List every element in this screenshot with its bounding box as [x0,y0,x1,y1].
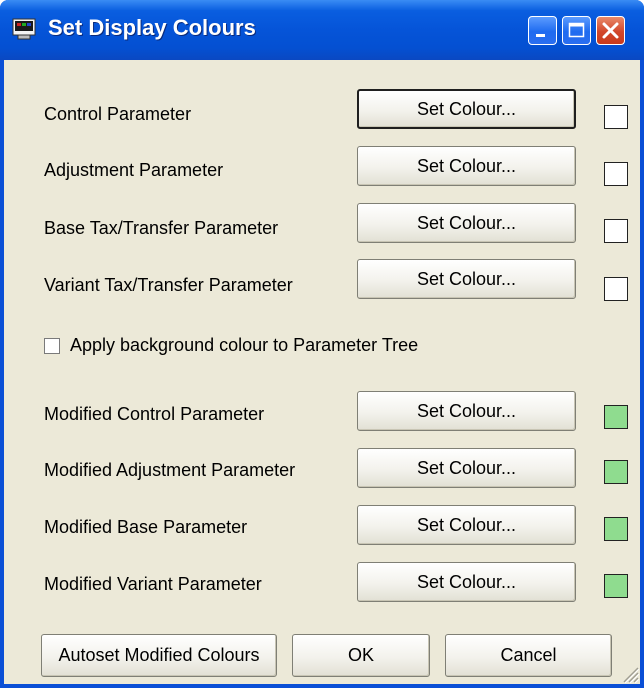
app-icon [12,18,36,40]
adjustment-parameter-label: Adjustment Parameter [44,160,224,180]
colour-swatch-modified-variant [604,574,628,598]
set-colour-button-base-tax[interactable]: Set Colour... [357,203,576,243]
ok-button[interactable]: OK [292,634,430,677]
dialog-window: Set Display Colours Control Parameter Se… [0,0,644,688]
colour-swatch-variant-tax [604,277,628,301]
colour-swatch-control [604,105,628,129]
set-colour-button-adjustment[interactable]: Set Colour... [357,146,576,186]
set-colour-button-modified-variant[interactable]: Set Colour... [357,562,576,602]
modified-adjustment-parameter-label: Modified Adjustment Parameter [44,460,296,480]
colour-swatch-adjustment [604,162,628,186]
colour-swatch-modified-base [604,517,628,541]
window-title: Set Display Colours [48,15,256,40]
colour-swatch-base-tax [604,219,628,243]
colour-swatch-modified-adjustment [604,460,628,484]
control-parameter-label: Control Parameter [44,104,192,124]
modified-base-parameter-label: Modified Base Parameter [44,517,248,537]
set-colour-button-modified-control[interactable]: Set Colour... [357,391,576,431]
set-colour-button-variant-tax[interactable]: Set Colour... [357,259,576,299]
variant-tax-transfer-parameter-label: Variant Tax/Transfer Parameter [44,275,293,295]
autoset-modified-colours-button[interactable]: Autoset Modified Colours [41,634,277,677]
cancel-button[interactable]: Cancel [445,634,612,677]
base-tax-transfer-parameter-label: Base Tax/Transfer Parameter [44,218,279,238]
resize-grip-icon[interactable] [618,662,640,684]
title-bar[interactable]: Set Display Colours [0,0,644,60]
apply-background-label[interactable]: Apply background colour to Parameter Tre… [70,335,418,356]
set-colour-button-modified-adjustment[interactable]: Set Colour... [357,448,576,488]
modified-control-parameter-label: Modified Control Parameter [44,404,265,424]
modified-variant-parameter-label: Modified Variant Parameter [44,574,262,594]
set-colour-button-control[interactable]: Set Colour... [357,89,576,129]
colour-swatch-modified-control [604,405,628,429]
minimize-button[interactable] [528,16,557,45]
apply-background-checkbox[interactable] [44,338,60,354]
maximize-button[interactable] [562,16,591,45]
set-colour-button-modified-base[interactable]: Set Colour... [357,505,576,545]
close-button[interactable] [596,16,625,45]
